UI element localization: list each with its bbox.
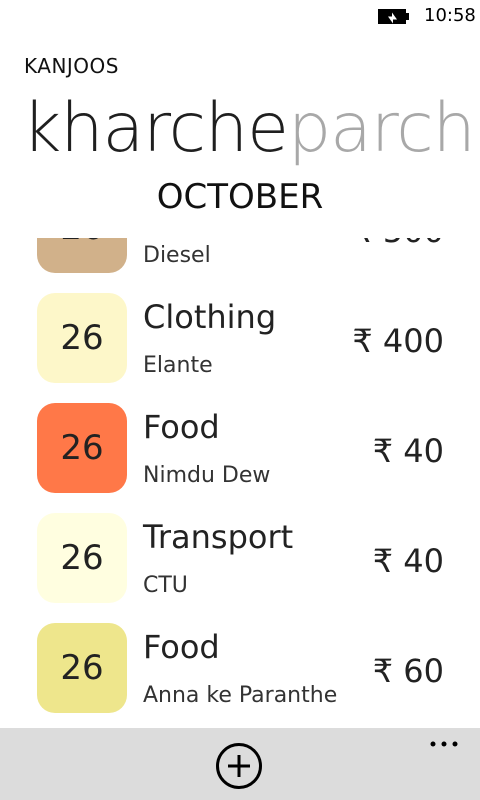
app-bar <box>0 728 480 800</box>
app-title: KANJOOS <box>24 54 119 78</box>
ellipsis-icon[interactable] <box>428 732 460 756</box>
list-item[interactable]: 26 Food Anna ke Paranthe ₹ 60 <box>0 623 480 728</box>
list-item[interactable]: 26 Diesel ₹ 500 <box>0 238 480 293</box>
expense-category: Transport <box>143 518 294 556</box>
expense-place: Anna ke Paranthe <box>143 683 338 708</box>
status-time: 10:58 <box>424 5 476 26</box>
month-heading: OCTOBER <box>156 177 324 217</box>
expense-category: Clothing <box>143 298 277 336</box>
expense-place: Elante <box>143 353 213 378</box>
expense-amount: ₹ 500 <box>352 238 444 251</box>
date-tile: 26 <box>37 623 127 713</box>
date-tile: 26 <box>37 293 127 383</box>
expense-place: CTU <box>143 573 188 598</box>
date-tile: 26 <box>37 238 127 273</box>
expense-category: Food <box>143 408 220 446</box>
expense-amount: ₹ 40 <box>372 542 444 580</box>
status-bar: 10:58 <box>0 0 480 32</box>
list-item[interactable]: 26 Food Nimdu Dew ₹ 40 <box>0 403 480 513</box>
pivot-tab-kharche[interactable]: kharche <box>22 84 289 174</box>
pivot-tab-parcha[interactable]: parcha <box>288 84 480 174</box>
expense-category: Food <box>143 628 220 666</box>
date-tile: 26 <box>37 403 127 493</box>
expense-amount: ₹ 60 <box>372 652 444 690</box>
add-circle-icon[interactable] <box>215 742 263 790</box>
expense-place: Diesel <box>143 243 211 268</box>
pivot-headers: kharche parcha <box>0 84 480 174</box>
list-item[interactable]: 26 Clothing Elante ₹ 400 <box>0 293 480 403</box>
battery-charging-icon <box>378 9 409 24</box>
list-item[interactable]: 26 Transport CTU ₹ 40 <box>0 513 480 623</box>
expense-amount: ₹ 400 <box>352 322 444 360</box>
expense-amount: ₹ 40 <box>372 432 444 470</box>
date-tile: 26 <box>37 513 127 603</box>
expense-place: Nimdu Dew <box>143 463 271 488</box>
expense-list-track: 26 Diesel ₹ 500 26 Clothing Elante ₹ 400… <box>0 238 480 728</box>
expense-list[interactable]: 26 Diesel ₹ 500 26 Clothing Elante ₹ 400… <box>0 238 480 728</box>
